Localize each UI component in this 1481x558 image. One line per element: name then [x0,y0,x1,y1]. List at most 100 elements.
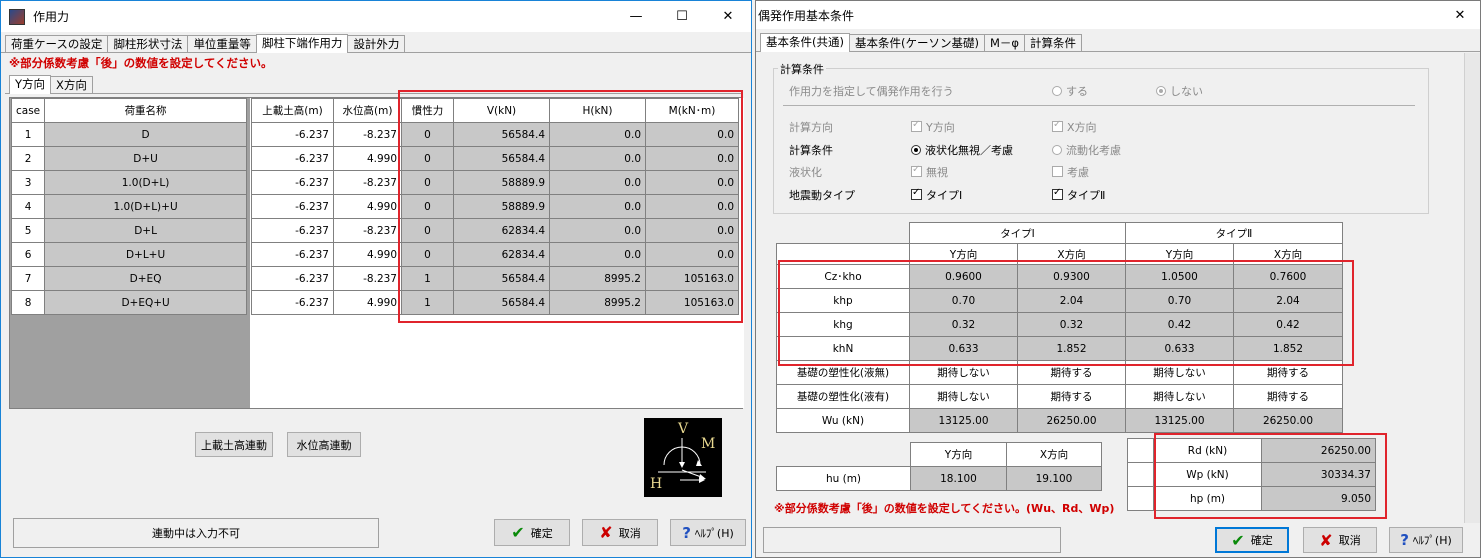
v-cell[interactable]: 58889.9 [453,170,550,195]
ok-button[interactable]: ✔ 確定 [494,519,570,546]
coef-cell[interactable]: 2.04 [1233,288,1343,313]
m-cell[interactable]: 0.0 [645,194,739,219]
soil-height-cell[interactable]: -6.237 [251,146,334,171]
wu-cell[interactable]: 13125.00 [1125,408,1234,433]
check-ignore[interactable]: 無視 [911,164,948,180]
h-cell[interactable]: 0.0 [549,122,646,147]
h-cell[interactable]: 8995.2 [549,290,646,315]
inertia-cell[interactable]: 0 [401,194,454,219]
plasticity-cell[interactable]: 期待しない [1125,360,1234,385]
scrollbar[interactable] [1464,53,1480,523]
v-cell[interactable]: 56584.4 [453,290,550,315]
soil-height-cell[interactable]: -6.237 [251,218,334,243]
cancel-button[interactable]: ✘ 取消 [582,519,658,546]
soil-height-cell[interactable]: -6.237 [251,170,334,195]
load-name-cell[interactable]: D+L+U [44,242,247,267]
tab-calc-condition[interactable]: 計算条件 [1023,34,1082,51]
soil-height-cell[interactable]: -6.237 [251,194,334,219]
h-cell[interactable]: 0.0 [549,170,646,195]
v-cell[interactable]: 58889.9 [453,194,550,219]
plasticity-cell[interactable]: 期待する [1233,360,1343,385]
param-value[interactable]: 30334.37 [1261,462,1376,487]
coef-cell[interactable]: 0.9600 [909,264,1018,289]
coef-cell[interactable]: 1.852 [1017,336,1126,361]
m-cell[interactable]: 0.0 [645,218,739,243]
plasticity-cell[interactable]: 期待しない [909,384,1018,409]
m-cell[interactable]: 0.0 [645,242,739,267]
water-link-button[interactable]: 水位高連動 [287,432,361,457]
m-cell[interactable]: 0.0 [645,122,739,147]
plasticity-cell[interactable]: 期待する [1017,384,1126,409]
h-cell[interactable]: 0.0 [549,242,646,267]
v-cell[interactable]: 56584.4 [453,122,550,147]
param-value[interactable]: 26250.00 [1261,438,1376,463]
coef-cell[interactable]: 0.70 [1125,288,1234,313]
m-cell[interactable]: 105163.0 [645,266,739,291]
tab-x-direction[interactable]: X方向 [50,76,93,93]
close-icon[interactable]: ✕ [1440,1,1480,31]
inertia-cell[interactable]: 1 [401,266,454,291]
load-name-cell[interactable]: D [44,122,247,147]
tab-unit-weight[interactable]: 単位重量等 [187,35,257,52]
coef-cell[interactable]: 0.633 [1125,336,1234,361]
plasticity-cell[interactable]: 期待する [1233,384,1343,409]
soil-link-button[interactable]: 上載土高連動 [195,432,273,457]
inertia-cell[interactable]: 1 [401,290,454,315]
check-consider[interactable]: 考慮 [1052,164,1089,180]
coef-cell[interactable]: 0.9300 [1017,264,1126,289]
water-height-cell[interactable]: 4.990 [333,290,402,315]
m-cell[interactable]: 0.0 [645,170,739,195]
soil-height-cell[interactable]: -6.237 [251,266,334,291]
load-name-cell[interactable]: 1.0(D+L) [44,170,247,195]
ok-button-2[interactable]: ✔ 確定 [1215,527,1289,553]
tab-y-direction[interactable]: Y方向 [9,75,52,94]
h-cell[interactable]: 0.0 [549,146,646,171]
v-cell[interactable]: 62834.4 [453,242,550,267]
h-cell[interactable]: 0.0 [549,194,646,219]
coef-cell[interactable]: 0.70 [909,288,1018,313]
coef-cell[interactable]: 0.633 [909,336,1018,361]
inertia-cell[interactable]: 0 [401,122,454,147]
load-name-cell[interactable]: D+U [44,146,247,171]
minimize-icon[interactable]: — [613,1,659,32]
radio-yes[interactable]: する [1052,83,1088,99]
water-height-cell[interactable]: -8.237 [333,122,402,147]
wu-cell[interactable]: 26250.00 [1233,408,1343,433]
water-height-cell[interactable]: 4.990 [333,194,402,219]
soil-height-cell[interactable]: -6.237 [251,242,334,267]
help-button-2[interactable]: ? ﾍﾙﾌﾟ(H) [1389,527,1463,553]
inertia-cell[interactable]: 0 [401,170,454,195]
check-type2[interactable]: タイプⅡ [1052,187,1105,203]
coef-cell[interactable]: 0.7600 [1233,264,1343,289]
load-name-cell[interactable]: 1.0(D+L)+U [44,194,247,219]
v-cell[interactable]: 56584.4 [453,146,550,171]
v-cell[interactable]: 56584.4 [453,266,550,291]
radio-flow[interactable]: 流動化考慮 [1052,142,1121,158]
water-height-cell[interactable]: 4.990 [333,146,402,171]
v-cell[interactable]: 62834.4 [453,218,550,243]
wu-cell[interactable]: 13125.00 [909,408,1018,433]
m-cell[interactable]: 105163.0 [645,290,739,315]
coef-cell[interactable]: 0.42 [1233,312,1343,337]
check-type1[interactable]: タイプⅠ [911,187,962,203]
soil-height-cell[interactable]: -6.237 [251,290,334,315]
load-name-cell[interactable]: D+EQ [44,266,247,291]
coef-cell[interactable]: 0.42 [1125,312,1234,337]
inertia-cell[interactable]: 0 [401,242,454,267]
plasticity-cell[interactable]: 期待しない [1125,384,1234,409]
wu-cell[interactable]: 26250.00 [1017,408,1126,433]
tab-basic-caisson[interactable]: 基本条件(ケーソン基礎) [848,34,985,51]
radio-liquefaction[interactable]: 液状化無視／考慮 [911,142,1013,158]
check-y-direction[interactable]: Y方向 [911,119,955,135]
radio-no[interactable]: しない [1156,83,1203,99]
water-height-cell[interactable]: -8.237 [333,170,402,195]
m-cell[interactable]: 0.0 [645,146,739,171]
cancel-button-2[interactable]: ✘ 取消 [1303,527,1377,553]
water-height-cell[interactable]: -8.237 [333,218,402,243]
inertia-cell[interactable]: 0 [401,146,454,171]
tab-design-force[interactable]: 設計外力 [347,35,406,52]
close-icon[interactable]: ✕ [705,1,751,32]
load-name-cell[interactable]: D+EQ+U [44,290,247,315]
tab-column-bottom-force[interactable]: 脚柱下端作用力 [255,34,349,53]
soil-height-cell[interactable]: -6.237 [251,122,334,147]
